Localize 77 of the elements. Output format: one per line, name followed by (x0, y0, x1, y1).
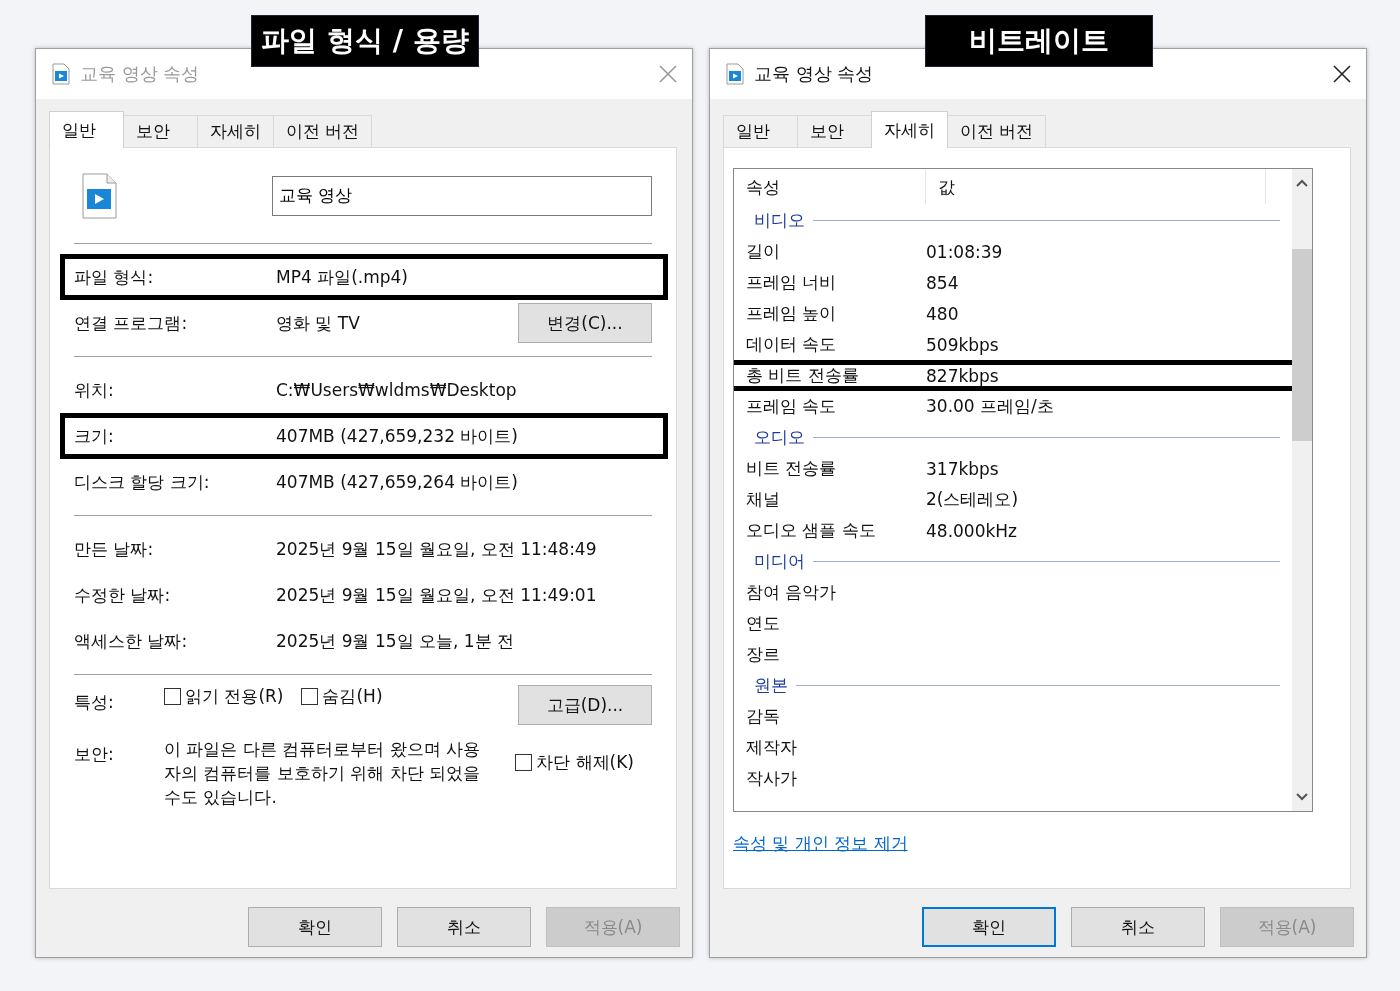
property-name: 제작자 (746, 736, 798, 759)
window-title: 교육 영상 속성 (754, 62, 875, 86)
video-file-icon (726, 63, 744, 85)
dialog-button[interactable]: 확인 (248, 907, 382, 947)
property-label: 만든 날짜: (74, 537, 155, 561)
property-name: 프레임 너비 (746, 271, 838, 294)
tab[interactable]: 일반 (723, 115, 798, 147)
dialog-button[interactable]: 취소 (397, 907, 531, 947)
tab[interactable]: 일반 (49, 111, 124, 148)
property-value: 2(스테레오) (926, 488, 1019, 511)
property-value: MP4 파일(.mp4) (276, 265, 409, 289)
property-name: 프레임 높이 (746, 302, 838, 325)
property-value: 01:08:39 (926, 241, 1003, 262)
property-value: 509kbps (926, 334, 999, 355)
property-value: 2025년 9월 15일 월요일, 오전 11:48:49 (276, 537, 598, 561)
property-label: 연결 프로그램: (74, 311, 189, 335)
property-name: 총 비트 전송률 (746, 364, 860, 387)
checkbox-label: 차단 해제(K) (536, 751, 634, 774)
tab[interactable]: 이전 버전 (947, 115, 1047, 147)
file-name-field[interactable]: 교육 영상 (272, 175, 652, 216)
property-label: 디스크 할당 크기: (74, 470, 211, 494)
advanced-button[interactable]: 고급(D)... (518, 685, 652, 725)
property-label: 위치: (74, 378, 115, 402)
close-icon[interactable] (1332, 64, 1352, 84)
property-value: 480 (926, 303, 959, 324)
checkbox-label: 숨김(H) (322, 685, 383, 708)
property-label: 크기: (74, 424, 115, 448)
property-name: 참여 음악가 (746, 581, 838, 604)
property-name: 장르 (746, 643, 781, 666)
group-label: 원본 (754, 674, 788, 697)
group-label: 미디어 (754, 550, 805, 573)
property-name: 연도 (746, 612, 781, 635)
tab[interactable]: 자세히 (871, 111, 948, 148)
property-value: 827kbps (926, 365, 999, 386)
column-header[interactable]: 속성 (746, 170, 926, 204)
checkbox[interactable] (164, 688, 181, 705)
dialog-button[interactable]: 확인 (922, 907, 1056, 947)
group-label: 오디오 (754, 426, 805, 449)
video-file-icon (81, 172, 117, 219)
callout-label: 비트레이트 (925, 15, 1153, 67)
attributes-label: 특성: (74, 691, 115, 714)
group-label: 비디오 (754, 209, 805, 232)
property-label: 파일 형식: (74, 265, 155, 289)
property-value: 2025년 9월 15일 월요일, 오전 11:49:01 (276, 583, 598, 607)
checkbox[interactable] (515, 754, 533, 771)
property-value: 407MB (427,659,264 바이트) (276, 470, 519, 494)
callout-label: 파일 형식 / 용량 (251, 15, 479, 67)
property-name: 길이 (746, 240, 781, 263)
column-header[interactable]: 값 (926, 170, 1266, 204)
remove-properties-link[interactable]: 속성 및 개인 정보 제거 (733, 832, 908, 855)
property-value: 407MB (427,659,232 바이트) (276, 424, 519, 448)
property-name: 채널 (746, 488, 781, 511)
property-label: 액세스한 날짜: (74, 629, 189, 653)
property-name: 프레임 속도 (746, 395, 838, 418)
property-value: C:₩Users₩wldms₩Desktop (276, 380, 518, 400)
tab[interactable]: 이전 버전 (273, 115, 373, 147)
property-value: 48.000kHz (926, 520, 1018, 541)
property-label: 수정한 날짜: (74, 583, 172, 607)
change-button[interactable]: 변경(C)... (518, 303, 652, 343)
window-title: 교육 영상 속성 (80, 62, 201, 86)
property-name: 감독 (746, 705, 781, 728)
property-name: 비트 전송률 (746, 457, 838, 480)
property-value: 영화 및 TV (276, 311, 361, 335)
property-name: 데이터 속도 (746, 333, 838, 356)
property-name: 오디오 샘플 속도 (746, 519, 877, 542)
scrollbar[interactable] (1292, 169, 1312, 811)
security-message: 이 파일은 다른 컴퓨터로부터 왔으며 사용자의 컴퓨터를 보호하기 위해 차단 되었을 수도 있습니다. (164, 738, 482, 809)
checkbox-label: 읽기 전용(R) (185, 685, 284, 708)
property-name: 작사가 (746, 767, 798, 790)
security-label: 보안: (74, 743, 115, 766)
property-value: 30.00 프레임/초 (926, 395, 1054, 418)
video-file-icon (52, 63, 70, 85)
property-value: 854 (926, 272, 959, 293)
checkbox[interactable] (301, 688, 319, 705)
property-value: 317kbps (926, 458, 999, 479)
property-value: 2025년 9월 15일 오늘, 1분 전 (276, 629, 515, 653)
dialog-button[interactable]: 취소 (1071, 907, 1205, 947)
